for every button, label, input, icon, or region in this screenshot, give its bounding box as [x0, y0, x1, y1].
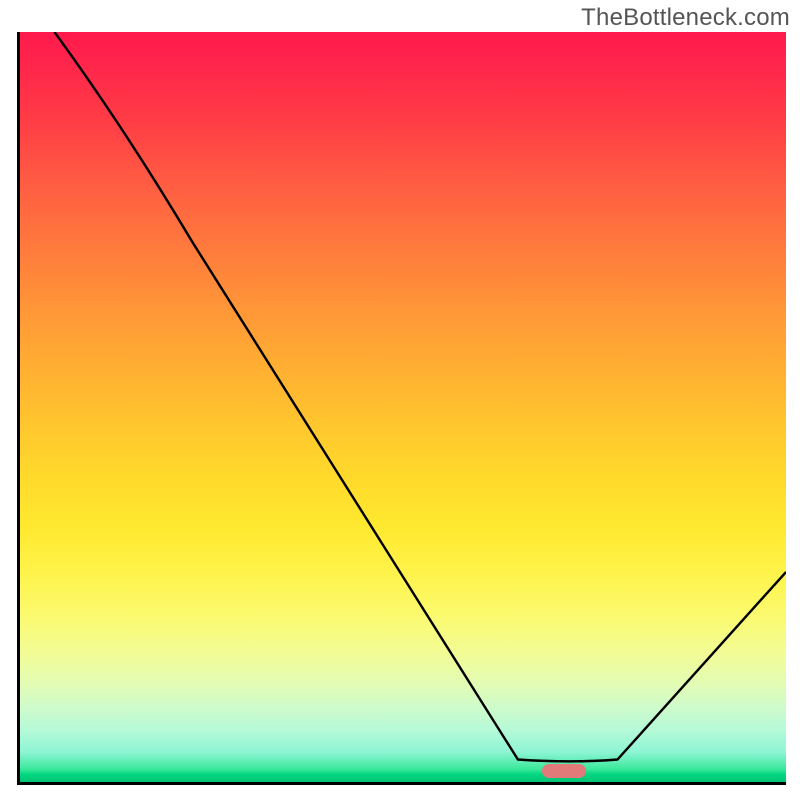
optimal-marker: [542, 764, 586, 778]
chart-container: TheBottleneck.com: [0, 0, 800, 800]
plot-area: [17, 32, 786, 785]
curve-svg: [20, 32, 786, 782]
watermark-text: TheBottleneck.com: [581, 4, 790, 32]
bottleneck-curve-path: [54, 32, 786, 761]
